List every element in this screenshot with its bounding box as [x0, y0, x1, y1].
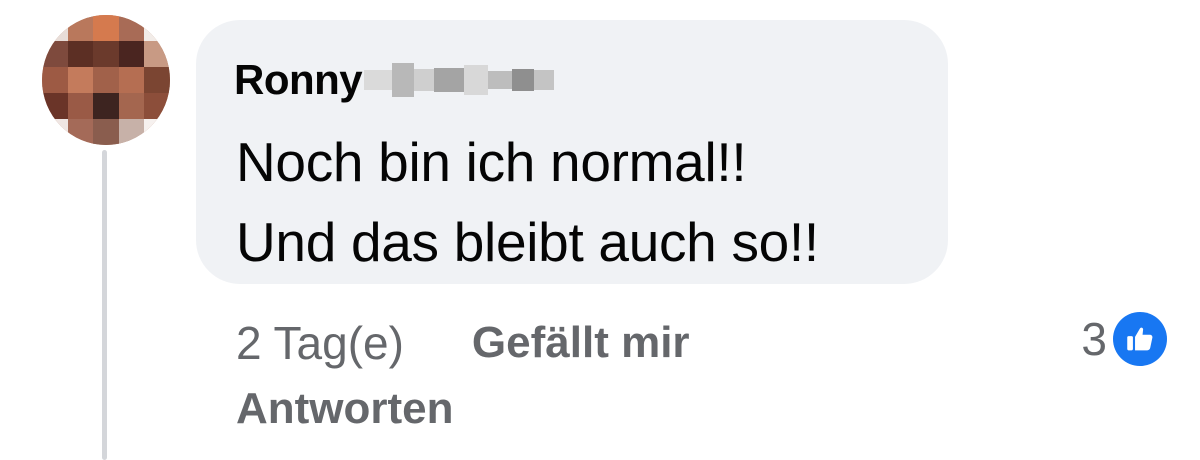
- thumbs-up-icon: [1113, 312, 1167, 366]
- comment-actions: 2 Tag(e) Gefällt mir: [236, 308, 690, 378]
- avatar[interactable]: [42, 15, 170, 145]
- reaction-count: 3: [1081, 313, 1107, 365]
- comment-bubble: Ronny Noch bin ich normal!! Und das blei…: [196, 20, 948, 284]
- reply-thread-line: [102, 150, 107, 460]
- timestamp[interactable]: 2 Tag(e): [236, 316, 404, 370]
- author-name[interactable]: Ronny: [234, 56, 363, 104]
- comment-text: Noch bin ich normal!! Und das bleibt auc…: [236, 122, 819, 282]
- comment-line: Und das bleibt auch so!!: [236, 211, 819, 273]
- reaction-summary[interactable]: 3: [1081, 308, 1167, 370]
- like-button[interactable]: Gefällt mir: [472, 318, 690, 368]
- comment-line: Noch bin ich normal!!: [236, 131, 747, 193]
- redacted-surname: [364, 58, 555, 102]
- reply-button[interactable]: Antworten: [236, 384, 454, 434]
- author-row: Ronny: [234, 50, 555, 110]
